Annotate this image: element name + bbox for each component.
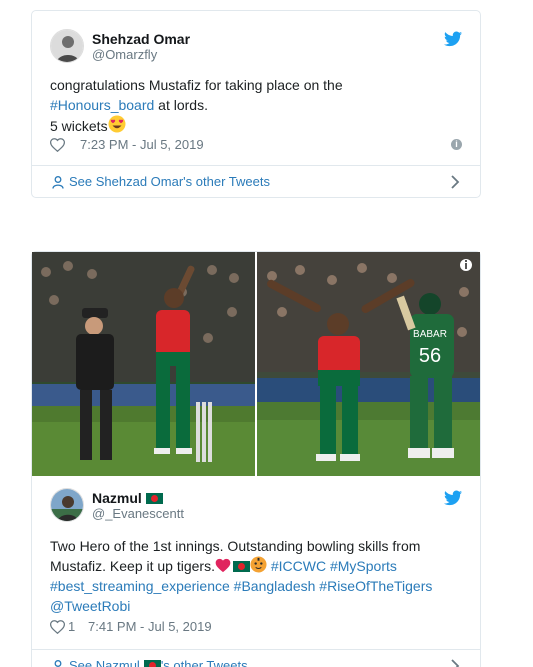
tweet-text-line: 5 wickets: [50, 115, 462, 136]
hashtag-links[interactable]: #ICCWC #MySports: [267, 558, 397, 574]
twitter-bird-icon[interactable]: [444, 490, 462, 506]
avatar[interactable]: [50, 488, 84, 522]
other-tweets-link[interactable]: See Shehzad Omar's other Tweets: [32, 165, 480, 199]
person-icon: [52, 176, 64, 189]
user-handle[interactable]: @Omarzfly: [92, 47, 190, 63]
jersey-number: 56: [419, 345, 441, 367]
like-count[interactable]: 1: [68, 619, 75, 634]
cricket-photos[interactable]: BABAR 56: [32, 252, 480, 476]
chevron-right-icon[interactable]: [450, 659, 460, 667]
tweet-text: congratulations Mustafiz for taking plac…: [50, 75, 462, 136]
tweet-text-fragment: at lords.: [154, 97, 208, 113]
heart-eyes-emoji-icon: [108, 115, 126, 133]
like-heart-icon[interactable]: [50, 620, 65, 634]
tweet-header: Shehzad Omar @Omarzfly: [50, 29, 462, 69]
other-tweets-label[interactable]: See Nazmul 's other Tweets: [69, 658, 248, 667]
jersey-name: BABAR: [413, 329, 447, 340]
tweet-text-fragment: Mustafiz. Keep it up tigers.: [50, 558, 215, 574]
bangladesh-flag-icon: [143, 660, 161, 667]
tweet-text: Two Hero of the 1st innings. Outstanding…: [50, 536, 462, 616]
avatar[interactable]: [50, 29, 84, 63]
tweet-header: Nazmul @_Evanescentt: [50, 488, 462, 528]
other-tweets-label-pre[interactable]: See Nazmul: [69, 658, 140, 667]
info-icon[interactable]: i: [451, 139, 462, 150]
red-heart-emoji-icon: [215, 558, 231, 573]
avatar-image: [51, 489, 83, 521]
tweet-text-fragment: 5 wickets: [50, 118, 108, 134]
tweet-text-line: congratulations Mustafiz for taking plac…: [50, 77, 343, 93]
photo-right[interactable]: BABAR 56: [257, 252, 480, 476]
other-tweets-label[interactable]: See Shehzad Omar's other Tweets: [69, 174, 270, 189]
tiger-face-emoji-icon: [250, 556, 267, 573]
bangladesh-flag-icon: [145, 493, 163, 504]
other-tweets-link[interactable]: See Nazmul 's other Tweets: [32, 649, 480, 667]
author-names[interactable]: Shehzad Omar @Omarzfly: [92, 31, 190, 63]
tweet-timestamp[interactable]: 7:41 PM - Jul 5, 2019: [88, 619, 212, 634]
display-name[interactable]: Shehzad Omar: [92, 31, 190, 47]
like-heart-icon[interactable]: [50, 138, 65, 152]
other-tweets-label-post[interactable]: 's other Tweets: [161, 658, 248, 667]
tweet-meta: 7:23 PM - Jul 5, 2019 i: [50, 137, 462, 155]
person-icon: [54, 660, 62, 667]
tweet-timestamp[interactable]: 7:23 PM - Jul 5, 2019: [80, 137, 204, 152]
tweet-card-nazmul: BABAR 56 Nazmul @_Evanescentt Two Hero o…: [31, 251, 481, 667]
bangladesh-flag-icon: [232, 561, 250, 572]
tweet-text-line: #Honours_board at lords.: [50, 95, 462, 115]
avatar-image: [51, 30, 83, 62]
twitter-bird-icon[interactable]: [444, 31, 462, 47]
tweet-photos[interactable]: BABAR 56: [32, 252, 480, 476]
chevron-right-icon[interactable]: [450, 175, 460, 189]
display-name-text[interactable]: Nazmul: [92, 490, 142, 506]
tweet-meta: 1 7:41 PM - Jul 5, 2019: [50, 619, 462, 637]
display-name[interactable]: Nazmul: [92, 490, 184, 506]
hashtag-link[interactable]: #Honours_board: [50, 97, 154, 113]
user-handle[interactable]: @_Evanescentt: [92, 506, 184, 522]
author-names[interactable]: Nazmul @_Evanescentt: [92, 490, 184, 522]
tweet-text-line: Mustafiz. Keep it up tigers. #ICCWC #MyS…: [50, 556, 462, 576]
tweet-text-line: Two Hero of the 1st innings. Outstanding…: [50, 538, 421, 554]
mention-link[interactable]: @TweetRobi: [50, 596, 462, 616]
hashtag-links[interactable]: #best_streaming_experience #Bangladesh #…: [50, 576, 462, 596]
tweet-card-shehzad: Shehzad Omar @Omarzfly congratulations M…: [31, 10, 481, 198]
photo-left[interactable]: [32, 252, 255, 476]
